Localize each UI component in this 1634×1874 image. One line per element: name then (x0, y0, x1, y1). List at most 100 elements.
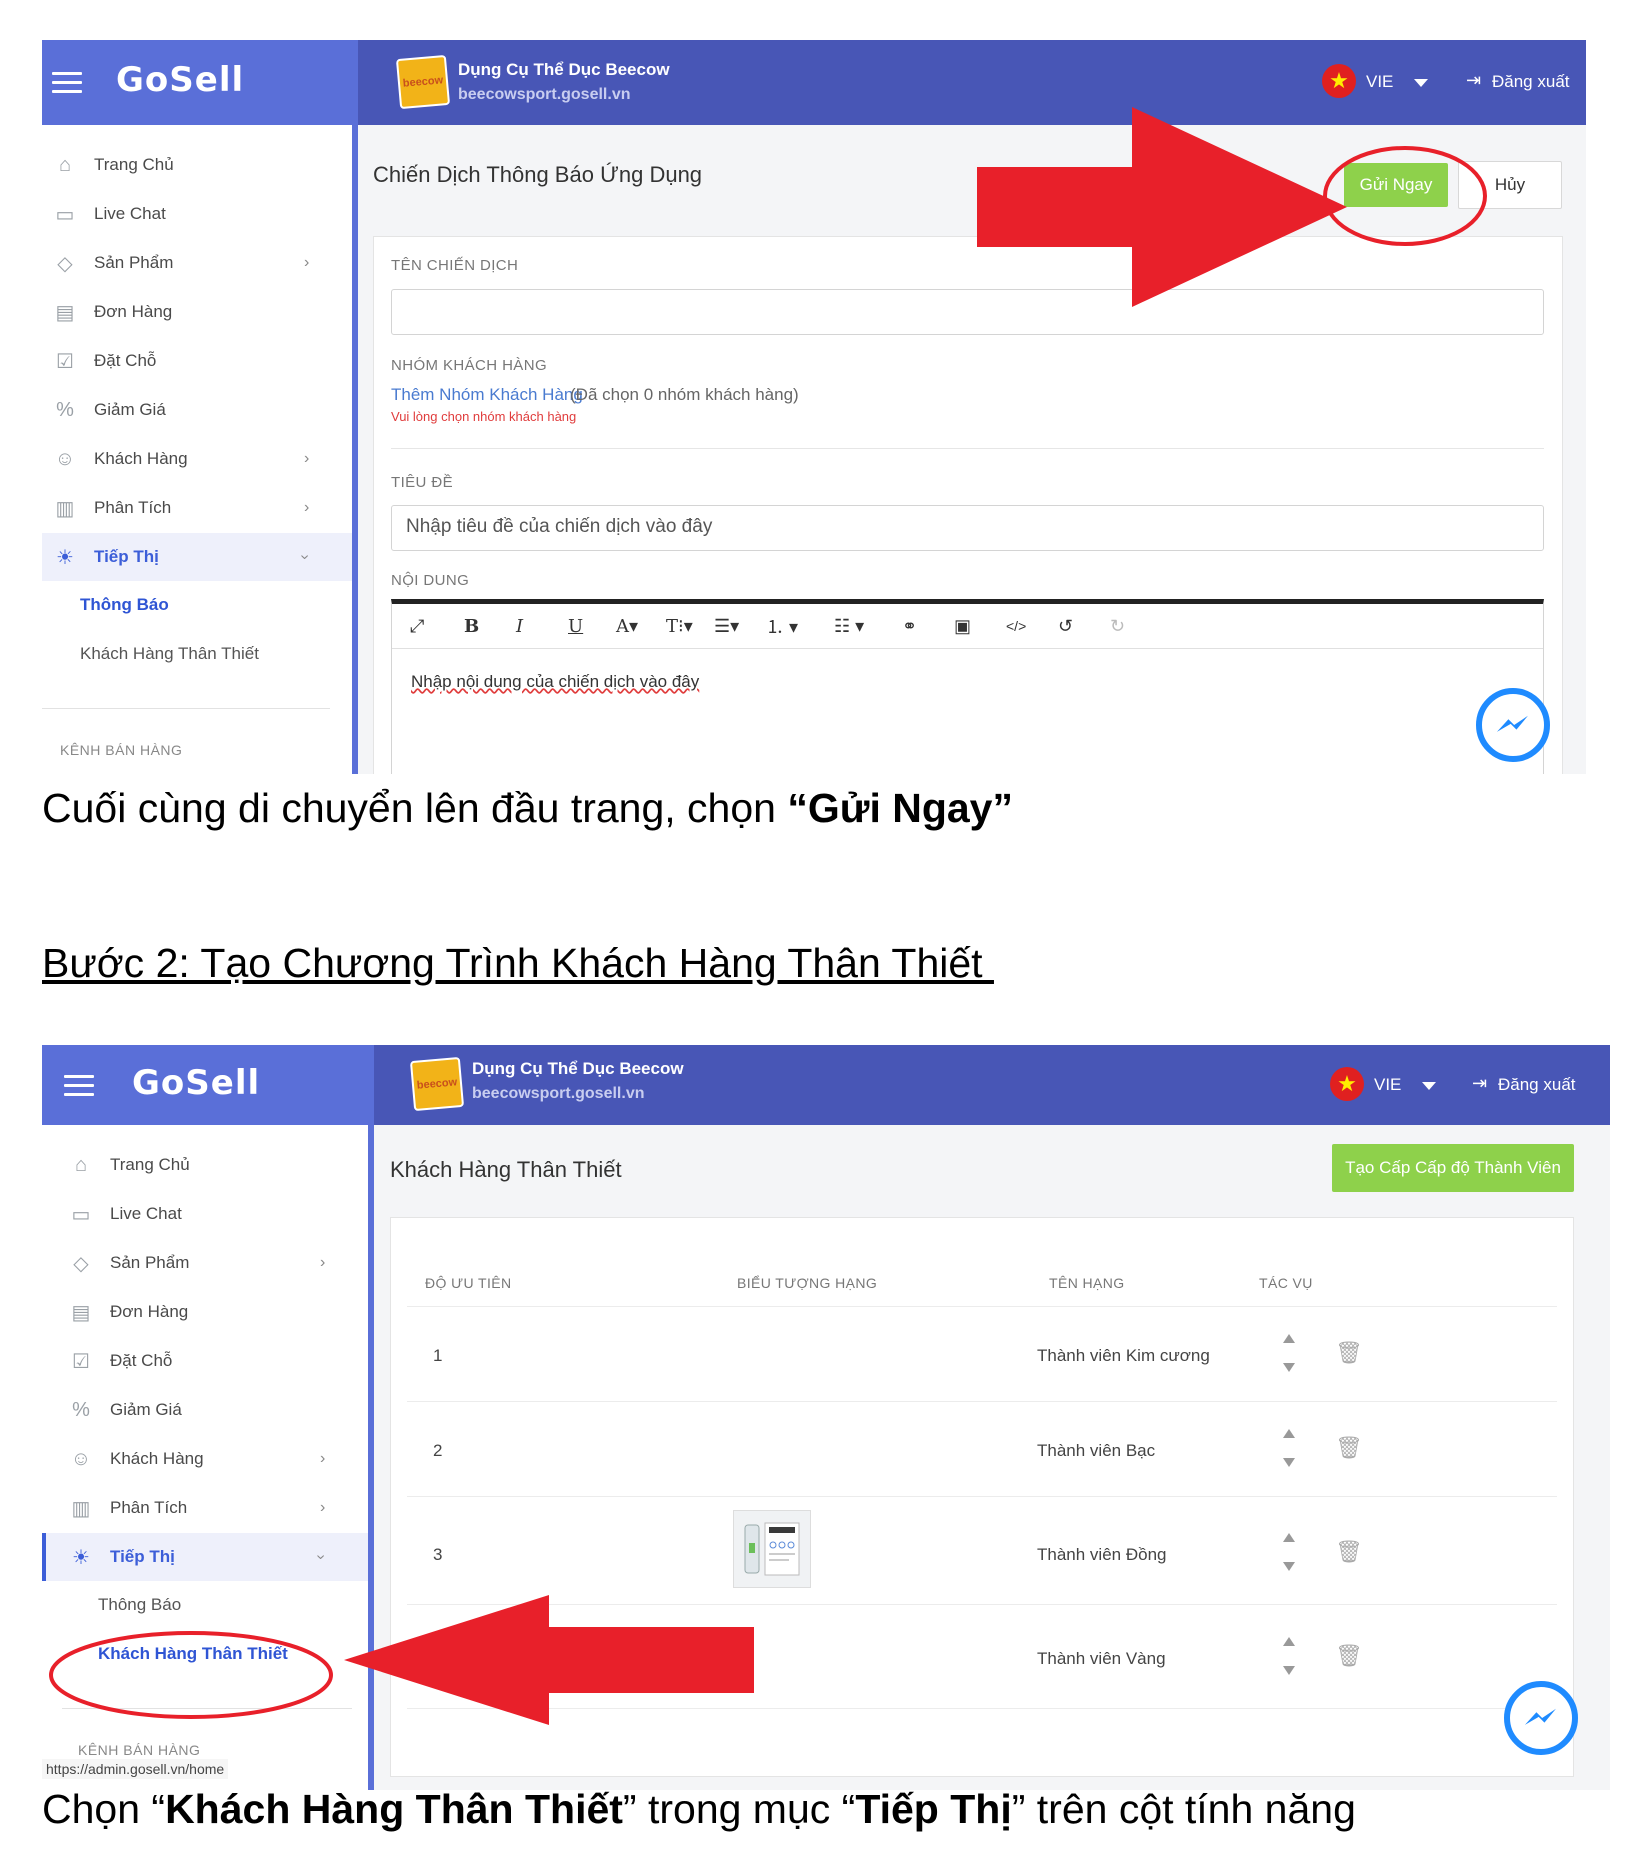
customer-group-label: NHÓM KHÁCH HÀNG (391, 357, 548, 374)
trash-icon[interactable]: 🗑 (1335, 1643, 1363, 1669)
sidebar-item-orders[interactable]: ▤ Đơn Hàng (42, 288, 352, 336)
chevron-right-icon: › (304, 254, 310, 271)
ordered-list-icon[interactable]: ⒈ ▾ (766, 613, 798, 639)
underline-icon[interactable]: U (568, 616, 583, 637)
top-bar: GoSell beecow Dụng Cụ Thể Dục Beecow bee… (42, 1045, 1610, 1125)
logout-icon[interactable]: ⇥ (1472, 1073, 1487, 1094)
logout-icon[interactable]: ⇥ (1466, 70, 1481, 91)
trash-icon[interactable]: 🗑 (1335, 1435, 1363, 1461)
unordered-list-icon[interactable]: ☷ ▾ (834, 616, 864, 637)
sidebar-item-analytics[interactable]: ▥ Phân Tích › (42, 484, 352, 532)
image-icon[interactable]: ▣ (954, 616, 971, 637)
sidebar-item-label: Trang Chủ (110, 1155, 190, 1174)
row-priority: 1 (433, 1346, 443, 1365)
move-down-icon[interactable] (1283, 1458, 1295, 1467)
move-up-icon[interactable] (1283, 1334, 1295, 1343)
messenger-icon[interactable] (1504, 1681, 1578, 1755)
italic-icon[interactable]: I (516, 616, 523, 637)
caption-step2-text: ” trong mục “ (622, 1786, 856, 1832)
sidebar-item-booking[interactable]: ☑ Đặt Chỗ (42, 337, 352, 385)
sidebar-item-home[interactable]: ⌂ Trang Chủ (42, 141, 352, 189)
language-label[interactable]: VIE (1366, 72, 1393, 92)
font-size-icon[interactable]: T⁝▾ (666, 616, 693, 637)
move-down-icon[interactable] (1283, 1562, 1295, 1571)
caption-step2-text: ” trên cột tính năng (1011, 1786, 1356, 1832)
redo-icon[interactable]: ↻ (1110, 616, 1125, 637)
chevron-down-icon[interactable] (1422, 1082, 1436, 1090)
sidebar-item-orders[interactable]: ▤ Đơn Hàng (42, 1288, 368, 1336)
percent-icon: % (72, 1398, 90, 1421)
sidebar-item-label: Sản Phẩm (110, 1253, 190, 1272)
code-icon[interactable]: </> (1006, 618, 1026, 634)
undo-icon[interactable]: ↺ (1058, 616, 1073, 637)
create-member-tier-button[interactable]: Tạo Cấp Cấp độ Thành Viên (1332, 1144, 1574, 1192)
caption-step2-bold: Tiếp Thị (855, 1786, 1012, 1832)
bold-icon[interactable]: B (464, 616, 479, 637)
move-down-icon[interactable] (1283, 1363, 1295, 1372)
row-tier-name: Thành viên Bạc (1037, 1441, 1156, 1460)
trash-icon[interactable]: 🗑 (1335, 1340, 1363, 1366)
align-icon[interactable]: ☰▾ (714, 616, 739, 637)
title-label: TIÊU ĐỀ (391, 474, 453, 491)
logout-link[interactable]: Đăng xuất (1498, 1075, 1576, 1095)
chevron-right-icon: › (304, 450, 310, 467)
move-up-icon[interactable] (1283, 1637, 1295, 1646)
store-url: beecowsport.gosell.vn (472, 1085, 645, 1102)
percent-icon: % (56, 398, 74, 421)
sidebar-item-discount[interactable]: % Giảm Giá (42, 386, 352, 434)
sidebar-item-discount[interactable]: % Giảm Giá (42, 1386, 368, 1434)
chat-icon: ▭ (55, 203, 75, 226)
page-title: Khách Hàng Thân Thiết (390, 1157, 622, 1182)
link-icon[interactable]: ⚭ (902, 616, 917, 637)
move-up-icon[interactable] (1283, 1429, 1295, 1438)
campaign-name-input[interactable] (391, 289, 1544, 335)
sidebar-item-label: Live Chat (110, 1204, 182, 1223)
gosell-logo: GoSell (116, 60, 245, 100)
sidebar-item-label: Tiếp Thị (94, 547, 159, 566)
row-tier-name: Thành viên Vàng (1037, 1649, 1166, 1668)
language-label[interactable]: VIE (1374, 1075, 1401, 1095)
sidebar-subitem-notifications[interactable]: Thông Báo (80, 595, 169, 615)
sidebar-item-analytics[interactable]: ▥ Phân Tích › (42, 1484, 368, 1532)
move-down-icon[interactable] (1283, 1666, 1295, 1675)
vietnam-flag-icon: ★ (1330, 1067, 1364, 1101)
move-up-icon[interactable] (1283, 1533, 1295, 1542)
sidebar-subitem-notifications[interactable]: Thông Báo (98, 1595, 181, 1615)
menu-icon[interactable] (52, 72, 82, 94)
sidebar-item-customers[interactable]: ☺ Khách Hàng › (42, 1435, 368, 1483)
sidebar-subitem-loyalty[interactable]: Khách Hàng Thân Thiết (80, 644, 259, 664)
menu-icon[interactable] (64, 1075, 94, 1097)
content-editor[interactable]: ⤢ B I U A▾ T⁝▾ ☰▾ ⒈ ▾ ☷ ▾ ⚭ ▣ </> ↺ ↻ Nh… (391, 599, 1544, 774)
chevron-down-icon[interactable] (1414, 79, 1428, 87)
trash-icon[interactable]: 🗑 (1335, 1539, 1363, 1565)
store-logo: beecow (409, 1056, 465, 1112)
sidebar-item-marketing[interactable]: ☀ Tiếp Thị › (42, 1533, 368, 1581)
sidebar-item-label: Khách Hàng (110, 1449, 204, 1468)
fullscreen-icon[interactable]: ⤢ (410, 616, 424, 637)
messenger-icon[interactable] (1476, 688, 1550, 762)
sidebar-item-label: Trang Chủ (94, 155, 174, 174)
sidebar-item-live-chat[interactable]: ▭ Live Chat (42, 190, 352, 238)
sidebar-item-customers[interactable]: ☺ Khách Hàng › (42, 435, 352, 483)
add-customer-group-link[interactable]: Thêm Nhóm Khách Hàng (391, 385, 583, 405)
red-ellipse-annotation (1323, 146, 1487, 246)
title-input[interactable]: Nhập tiêu đề của chiến dịch vào đây (391, 505, 1544, 551)
row-tier-name: Thành viên Đồng (1037, 1545, 1167, 1564)
sales-channel-heading: KÊNH BÁN HÀNG (60, 742, 183, 758)
gosell-logo: GoSell (132, 1063, 261, 1103)
sidebar-item-home[interactable]: ⌂ Trang Chủ (42, 1141, 368, 1189)
sidebar-item-marketing[interactable]: ☀ Tiếp Thị › (42, 533, 352, 581)
sidebar-item-products[interactable]: ◇ Sản Phẩm › (42, 239, 352, 287)
lightbulb-icon: ☀ (56, 546, 74, 569)
sidebar-item-booking[interactable]: ☑ Đặt Chỗ (42, 1337, 368, 1385)
row-priority: 3 (433, 1545, 443, 1564)
sidebar-item-products[interactable]: ◇ Sản Phẩm › (42, 1239, 368, 1287)
logout-link[interactable]: Đăng xuất (1492, 72, 1570, 92)
caption-step1-text: Cuối cùng di chuyển lên đầu trang, chọn (42, 785, 788, 831)
content-label: NỘI DUNG (391, 572, 470, 589)
red-arrow-right-annotation (977, 107, 1347, 307)
screenshot-loyalty: GoSell beecow Dụng Cụ Thể Dục Beecow bee… (42, 1045, 1610, 1790)
font-color-icon[interactable]: A▾ (616, 616, 638, 637)
sidebar-item-live-chat[interactable]: ▭ Live Chat (42, 1190, 368, 1238)
sidebar-item-label: Live Chat (94, 204, 166, 223)
